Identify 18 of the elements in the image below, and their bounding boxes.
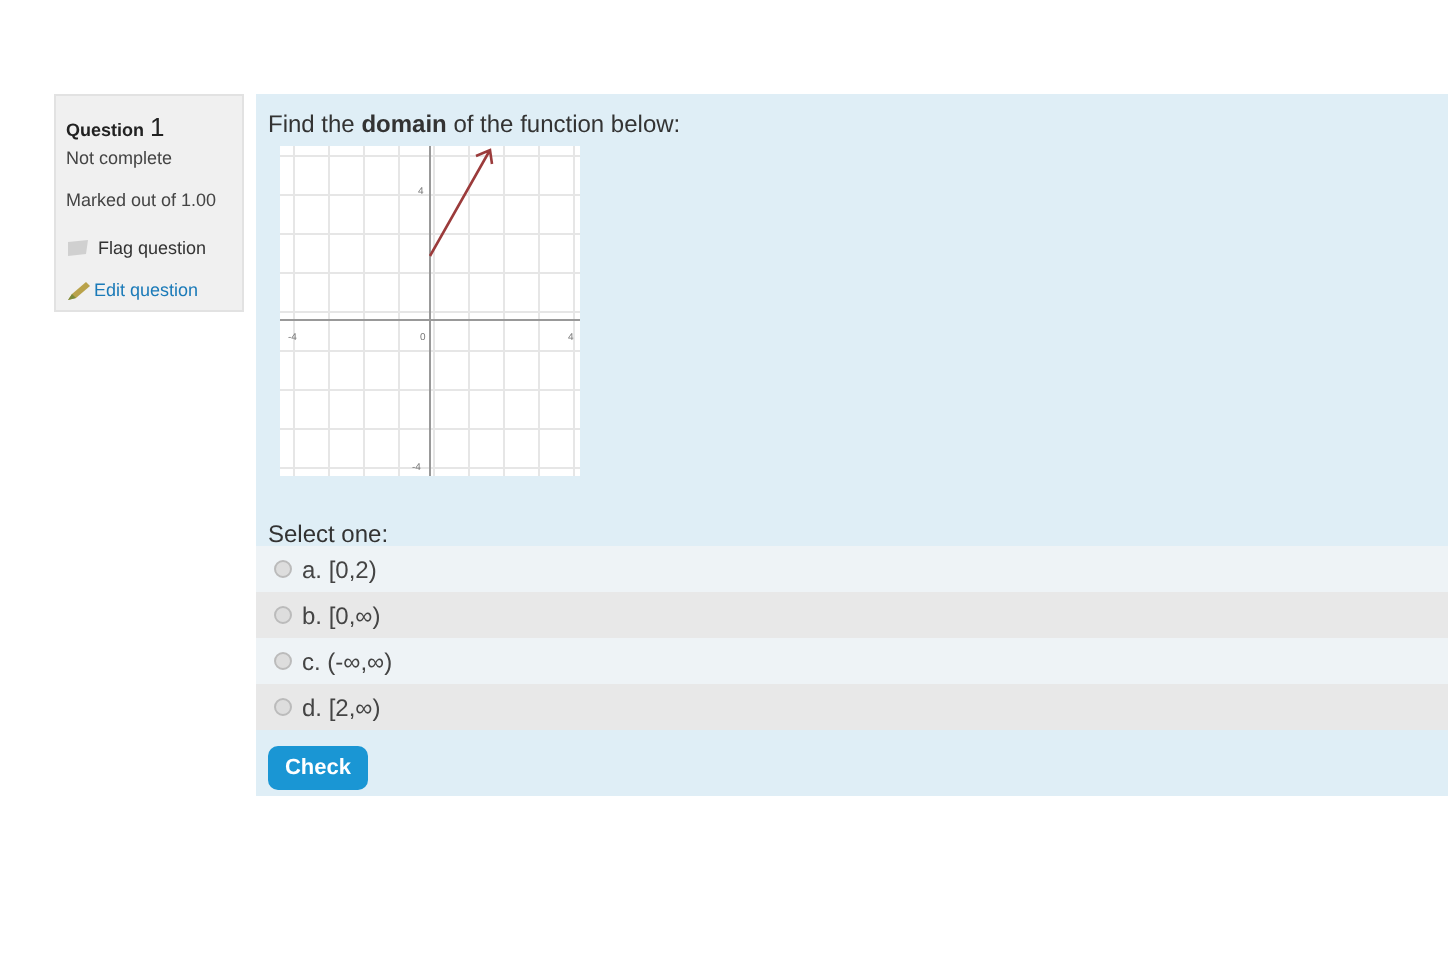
radio-button[interactable]	[274, 606, 292, 624]
question-number: 1	[150, 110, 165, 146]
pencil-icon	[66, 282, 90, 302]
select-one-label: Select one:	[266, 518, 391, 546]
question-text: Find the domain of the function below:	[266, 108, 683, 142]
option-label[interactable]: c. (-∞,∞)	[302, 643, 393, 679]
option-label[interactable]: a. [0,2)	[302, 551, 377, 587]
question-state: Not complete	[66, 146, 175, 172]
radio-button[interactable]	[274, 652, 292, 670]
edit-question-link[interactable]: Edit question	[94, 278, 199, 306]
flag-question-link[interactable]: Flag question	[98, 236, 207, 264]
question-label: Question	[66, 118, 145, 144]
question-marks: Marked out of 1.00	[66, 188, 219, 214]
radio-button[interactable]	[274, 698, 292, 716]
option-label[interactable]: d. [2,∞)	[302, 689, 381, 725]
flag-icon[interactable]	[66, 240, 90, 260]
radio-button[interactable]	[274, 560, 292, 578]
option-label[interactable]: b. [0,∞)	[302, 597, 381, 633]
